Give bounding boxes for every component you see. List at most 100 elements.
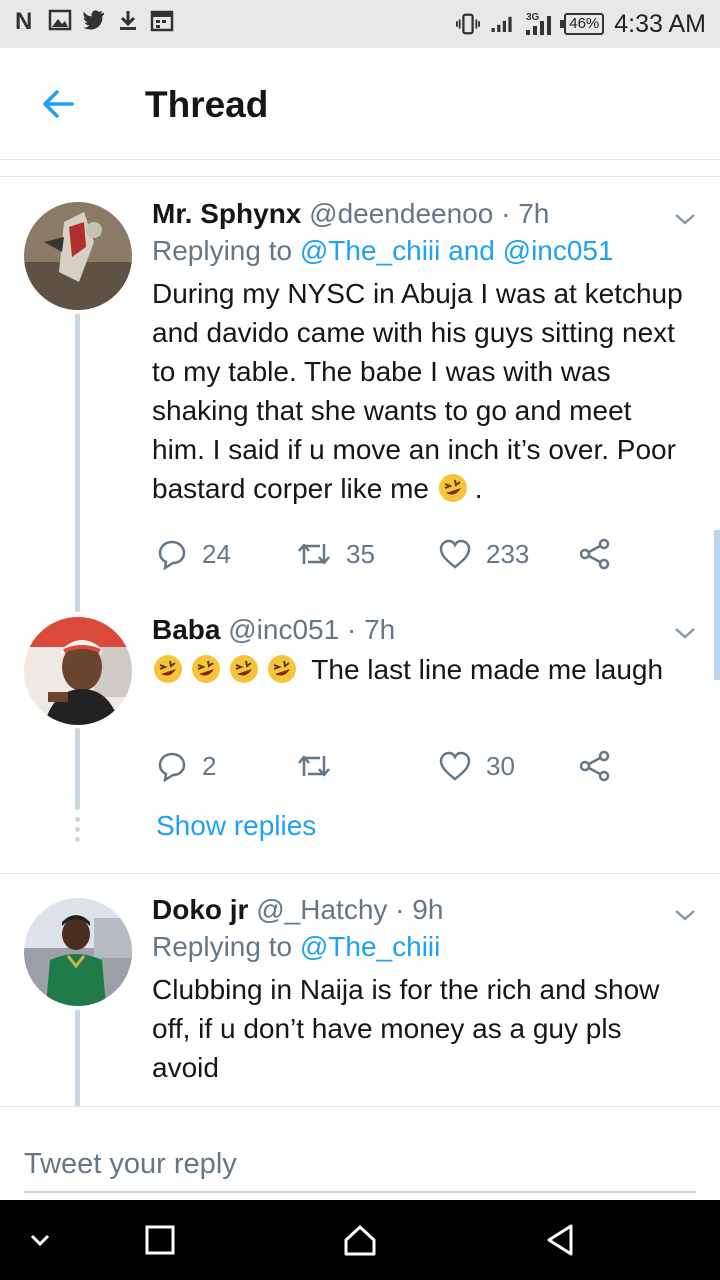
like-count: 30 <box>486 750 515 781</box>
replying-prefix: Replying to <box>152 931 293 962</box>
share-button[interactable] <box>578 744 612 788</box>
gallery-icon <box>48 8 72 32</box>
reply-input[interactable] <box>24 1137 696 1193</box>
tweet-header: Baba @inc051 · 7h <box>152 612 690 648</box>
display-name[interactable]: Doko jr <box>152 894 248 925</box>
divider <box>0 176 720 177</box>
thread-line <box>75 1010 80 1106</box>
user-handle[interactable]: @_Hatchy <box>256 894 387 925</box>
page-title: Thread <box>145 84 269 125</box>
nav-collapse-button[interactable] <box>18 1218 62 1262</box>
back-triangle-icon <box>547 1224 573 1256</box>
tweet-text-end: . <box>474 473 483 504</box>
mention-link[interactable]: @inc051 <box>503 235 614 266</box>
share-button[interactable] <box>578 532 612 576</box>
reply-button[interactable]: 2 <box>156 744 216 788</box>
app-header: Thread <box>0 48 720 160</box>
system-icons: 3G 46% 4:33 AM <box>456 6 706 42</box>
tweet[interactable]: Doko jr @_Hatchy · 9h Replying to @The_c… <box>0 892 720 1106</box>
avatar[interactable] <box>24 202 132 310</box>
reply-button[interactable]: 24 <box>156 532 231 576</box>
more-options-button[interactable] <box>670 204 700 234</box>
signal-3g-icon: 3G <box>524 12 554 36</box>
tweet[interactable]: Mr. Sphynx @deendeenoo · 7h Replying to … <box>0 196 720 612</box>
tweet-text: During my NYSC in Abuja I was at ketchup… <box>152 274 690 508</box>
chevron-down-icon <box>675 628 695 639</box>
retweet-button[interactable] <box>296 744 346 788</box>
retweet-icon <box>298 755 330 777</box>
replying-prefix: Replying to <box>152 235 293 266</box>
like-count: 233 <box>486 538 530 569</box>
avatar[interactable] <box>24 617 132 725</box>
divider <box>0 873 720 874</box>
replying-to: Replying to @The_chiii and @inc051 <box>152 232 690 270</box>
more-options-button[interactable] <box>670 900 700 930</box>
heart-icon <box>439 539 471 569</box>
tweet-actions: 2 30 <box>152 744 632 788</box>
tweet-body: Baba @inc051 · 7h The last line made me … <box>152 612 690 689</box>
netflix-icon: N <box>14 8 38 32</box>
more-options-button[interactable] <box>670 618 700 648</box>
retweet-icon <box>298 543 330 565</box>
status-bar: N 3G 46% 4:33 AM <box>0 0 720 48</box>
display-name[interactable]: Baba <box>152 614 220 645</box>
status-time: 4:33 AM <box>614 9 706 38</box>
share-icon <box>579 538 610 570</box>
show-replies-link[interactable]: Show replies <box>156 810 316 842</box>
rofl-emoji-icon <box>192 655 220 683</box>
nav-home-button[interactable] <box>338 1218 382 1262</box>
rofl-emoji-icon <box>438 474 467 502</box>
back-button[interactable] <box>36 82 80 126</box>
signal-icon <box>490 12 514 36</box>
vibrate-icon <box>456 12 481 36</box>
display-name[interactable]: Mr. Sphynx <box>152 198 301 229</box>
tweet-time: 7h <box>364 614 396 645</box>
reply-icon <box>158 540 186 570</box>
chevron-down-icon <box>30 1234 50 1247</box>
replying-and[interactable]: and <box>448 235 495 266</box>
reply-icon <box>158 752 186 782</box>
calendar-icon <box>150 8 174 32</box>
replying-to: Replying to @The_chiii <box>152 928 690 966</box>
system-nav-bar <box>0 1200 720 1280</box>
square-icon <box>145 1225 175 1255</box>
reply-count: 2 <box>202 750 217 781</box>
battery-indicator: 46% <box>560 13 605 35</box>
user-handle[interactable]: @deendeenoo <box>309 198 493 229</box>
tweet-text: Clubbing in Naija is for the rich and sh… <box>152 974 660 1083</box>
tweet-time: 9h <box>412 894 444 925</box>
thread-dots <box>75 817 80 847</box>
tweet-time: 7h <box>518 198 550 229</box>
chevron-down-icon <box>675 910 695 921</box>
tweet[interactable]: Baba @inc051 · 7h The last line made me … <box>0 612 720 862</box>
separator-dot: · <box>346 614 357 645</box>
rofl-emoji-icon <box>268 655 296 683</box>
chevron-down-icon <box>675 214 695 225</box>
like-button[interactable]: 30 <box>438 744 515 788</box>
home-icon <box>344 1225 376 1256</box>
tweet-text: The last line made me laugh <box>152 650 690 689</box>
avatar[interactable] <box>24 898 132 1006</box>
download-icon <box>116 8 140 32</box>
separator-dot: · <box>395 894 405 925</box>
nav-recents-button[interactable] <box>138 1218 182 1262</box>
mention-link[interactable]: @The_chiii <box>300 235 440 266</box>
scrollbar[interactable] <box>714 530 720 680</box>
tweet-actions: 24 35 233 <box>152 532 632 576</box>
like-button[interactable]: 233 <box>438 532 529 576</box>
heart-icon <box>439 751 471 781</box>
tweet-body: Doko jr @_Hatchy · 9h Replying to @The_c… <box>152 892 690 1087</box>
nav-back-button[interactable] <box>538 1218 582 1262</box>
svg-text:3G: 3G <box>526 12 540 23</box>
arrow-left-icon <box>43 90 74 118</box>
reply-count: 24 <box>202 538 231 569</box>
user-handle[interactable]: @inc051 <box>228 614 339 645</box>
twitter-icon <box>82 8 106 32</box>
tweet-header: Doko jr @_Hatchy · 9h <box>152 892 690 928</box>
rofl-emoji-icon <box>154 655 182 683</box>
reply-composer <box>0 1106 720 1200</box>
thread-line <box>75 728 80 810</box>
mention-link[interactable]: @The_chiii <box>300 931 440 962</box>
svg-text:N: N <box>15 8 32 32</box>
retweet-button[interactable]: 35 <box>296 532 375 576</box>
